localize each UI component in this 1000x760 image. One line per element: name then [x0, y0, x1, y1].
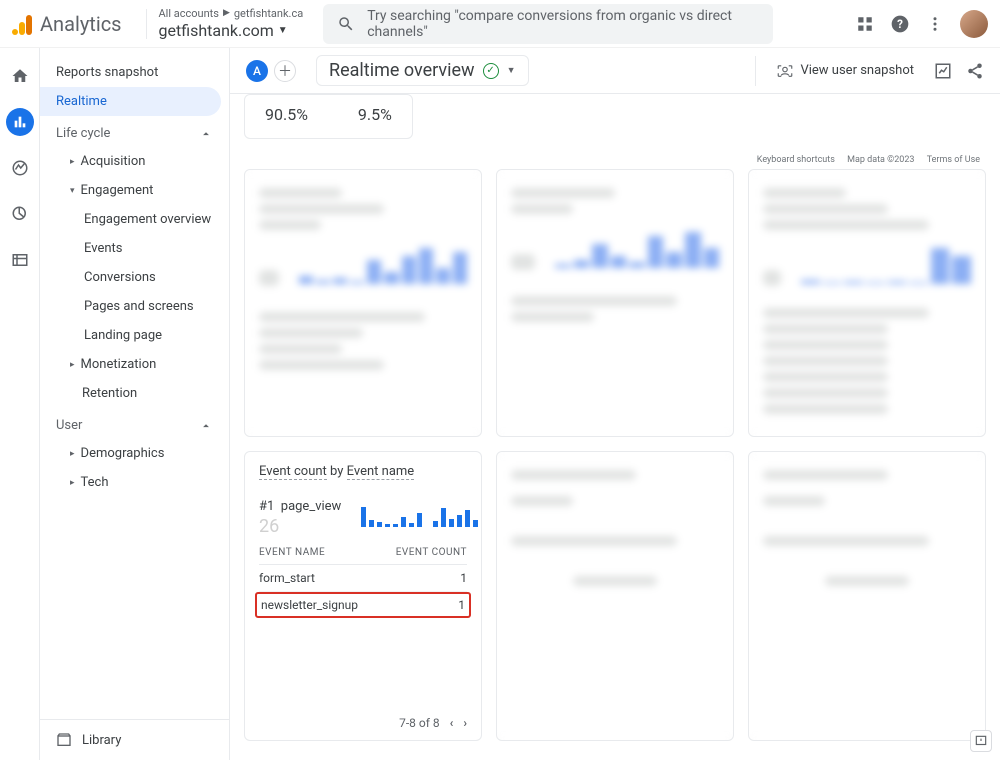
caret-right-icon: ▸: [70, 157, 75, 167]
user-snapshot-icon: [776, 62, 794, 80]
nav-landing-page[interactable]: Landing page: [40, 321, 229, 350]
caret-down-icon: ▼: [278, 25, 288, 37]
apps-icon[interactable]: [856, 15, 874, 33]
share-icon[interactable]: [966, 62, 984, 80]
account-selector[interactable]: All accounts ▶ getfishtank.ca getfishtan…: [159, 7, 304, 40]
nav-section-lifecycle[interactable]: Life cycle: [40, 116, 229, 147]
help-icon[interactable]: ?: [890, 14, 910, 34]
nav-acquisition[interactable]: ▸Acquisition: [40, 147, 229, 176]
nav-monetization[interactable]: ▸Monetization: [40, 350, 229, 379]
content-scroll[interactable]: 90.5% 9.5% Keyboard shortcuts Map data ©…: [230, 94, 1000, 760]
search-box[interactable]: Try searching "compare conversions from …: [323, 4, 773, 44]
caret-right-icon: ▸: [70, 478, 75, 488]
nav-demographics[interactable]: ▸Demographics: [40, 439, 229, 468]
table-row-highlighted[interactable]: newsletter_signup 1: [255, 592, 471, 618]
nav-section-user[interactable]: User: [40, 408, 229, 439]
search-icon: [337, 15, 355, 33]
svg-text:?: ?: [897, 17, 903, 31]
nav-engagement-overview[interactable]: Engagement overview: [40, 205, 229, 234]
metric-link[interactable]: Event count: [259, 464, 327, 480]
nav-retention[interactable]: Retention: [40, 379, 229, 408]
product-name: Analytics: [40, 12, 122, 36]
rail-reports[interactable]: [6, 108, 34, 136]
page-title-selector[interactable]: Realtime overview ✓ ▼: [316, 55, 529, 86]
card-views-by-page[interactable]: [748, 169, 986, 437]
add-comparison-button[interactable]: ＋: [274, 60, 296, 82]
comparison-chip[interactable]: A: [246, 60, 268, 82]
account-domain: getfishtank.com: [159, 21, 274, 40]
feedback-badge[interactable]: [970, 730, 992, 752]
account-path-2: getfishtank.ca: [234, 7, 303, 20]
table-row[interactable]: form_start 1: [259, 565, 467, 592]
stat-mini-card: 90.5% 9.5%: [244, 94, 413, 139]
card-conversions[interactable]: [496, 451, 734, 741]
view-user-snapshot-button[interactable]: View user snapshot: [770, 58, 920, 84]
divider: [146, 9, 147, 39]
dimension-link[interactable]: Event name: [347, 464, 415, 480]
rail-explore[interactable]: [6, 154, 34, 182]
divider: [755, 56, 756, 86]
account-path-1: All accounts: [159, 7, 219, 20]
chevron-right-icon: ▶: [223, 8, 230, 19]
stat-2: 9.5%: [358, 105, 392, 124]
card-users-by-property[interactable]: [748, 451, 986, 741]
product-logo[interactable]: Analytics: [12, 12, 122, 36]
page-title: Realtime overview: [329, 60, 475, 81]
event-big-number: 26: [259, 516, 341, 537]
map-credits: Keyboard shortcuts Map data ©2023 Terms …: [244, 151, 986, 169]
caret-right-icon: ▸: [70, 449, 75, 459]
more-vert-icon[interactable]: [926, 15, 944, 33]
nav-reports-snapshot[interactable]: Reports snapshot: [40, 58, 229, 87]
chevron-up-icon: [199, 127, 213, 141]
alert-icon: [974, 734, 988, 748]
chevron-up-icon: [199, 419, 213, 433]
card-users-by-audience[interactable]: [496, 169, 734, 437]
nav-library[interactable]: Library: [40, 719, 229, 760]
sparkline-bars: [361, 493, 482, 527]
nav-engagement[interactable]: ▾Engagement: [40, 176, 229, 205]
nav-tech[interactable]: ▸Tech: [40, 468, 229, 497]
library-icon: [56, 732, 72, 748]
caret-down-icon: ▾: [70, 186, 75, 196]
check-circle-icon: ✓: [483, 63, 499, 79]
search-placeholder: Try searching "compare conversions from …: [367, 8, 759, 40]
rail-home[interactable]: [6, 62, 34, 90]
mini-rail: [0, 48, 40, 760]
content-header: A ＋ Realtime overview ✓ ▼ View user snap…: [230, 48, 1000, 94]
caret-right-icon: ▸: [70, 360, 75, 370]
analytics-logo-icon: [12, 13, 34, 35]
caret-down-icon: ▼: [507, 65, 516, 76]
user-avatar[interactable]: [960, 10, 988, 38]
pager-next[interactable]: ›: [463, 716, 467, 730]
nav-events[interactable]: Events: [40, 234, 229, 263]
card-event-count[interactable]: Event count by Event name #1 page_view 2…: [244, 451, 482, 741]
rail-advertising[interactable]: [6, 200, 34, 228]
event-table-header: EVENT NAME EVENT COUNT: [259, 537, 467, 565]
nav-pages-screens[interactable]: Pages and screens: [40, 292, 229, 321]
nav-realtime[interactable]: Realtime: [40, 87, 221, 116]
event-card-title: Event count by Event name: [259, 464, 467, 479]
rail-configure[interactable]: [6, 246, 34, 274]
pager: 7-8 of 8 ‹ ›: [399, 716, 467, 730]
insights-icon[interactable]: [934, 62, 952, 80]
nav-conversions[interactable]: Conversions: [40, 263, 229, 292]
side-nav: Reports snapshot Realtime Life cycle ▸Ac…: [40, 48, 230, 760]
top-bar: Analytics All accounts ▶ getfishtank.ca …: [0, 0, 1000, 48]
pager-prev[interactable]: ‹: [450, 716, 454, 730]
stat-1: 90.5%: [265, 105, 308, 124]
card-users-by-source[interactable]: [244, 169, 482, 437]
